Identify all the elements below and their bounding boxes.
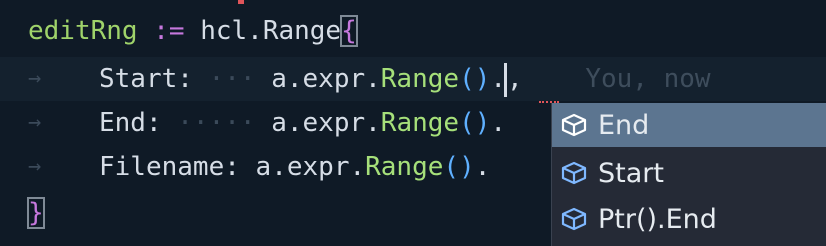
function-name: Range: [380, 64, 460, 94]
suggestion-item-ptr-end[interactable]: Ptr().End: [552, 197, 826, 241]
code-line-4[interactable]: Filename: a.expr.Range().: [99, 145, 490, 189]
code-line-1[interactable]: editRng := hcl.Range{: [28, 9, 358, 53]
dot: .: [474, 152, 491, 182]
assign-operator: :=: [153, 16, 185, 46]
suggestion-label: Start: [598, 157, 664, 189]
suggestion-label: End: [598, 109, 650, 141]
function-name: Range: [380, 108, 460, 138]
suggestion-label: Ptr().End: [598, 203, 717, 235]
error-marker: [238, 0, 244, 4]
type-name: hcl.Range: [200, 16, 342, 46]
function-name: Range: [365, 152, 444, 182]
variable-identifier: editRng: [28, 16, 138, 46]
suggestion-item-start[interactable]: Start: [552, 151, 826, 195]
field-cube-icon: [559, 110, 589, 140]
open-paren: (: [443, 152, 460, 182]
field-cube-icon: [559, 158, 589, 188]
code-line-3[interactable]: End: ····· a.expr.Range().: [99, 101, 506, 145]
field-name: Filename:: [99, 152, 240, 182]
open-paren: (: [459, 64, 475, 94]
close-paren: ): [459, 152, 475, 182]
autocomplete-popup[interactable]: End Start Ptr().End: [551, 103, 826, 246]
receiver-expr: a.expr.: [271, 108, 381, 138]
field-name: End:: [99, 108, 162, 138]
receiver-expr: a.expr.: [271, 64, 381, 94]
git-blame-annotation: You, now: [585, 64, 711, 94]
code-editor[interactable]: editRng := hcl.Range{ → → → Start: ··· a…: [0, 0, 826, 246]
indent-arrow-icon: →: [28, 154, 42, 179]
field-cube-icon: [559, 204, 589, 234]
code-line-2[interactable]: Start: ··· a.expr.Range()., You, now: [99, 57, 711, 101]
open-paren: (: [459, 108, 475, 138]
open-brace: {: [340, 15, 358, 47]
receiver-expr: a.expr.: [255, 152, 366, 182]
comma: ,: [507, 64, 523, 94]
whitespace-dots: ···: [208, 64, 256, 94]
close-paren: ): [474, 108, 491, 138]
suggestion-item-end[interactable]: End: [552, 103, 826, 147]
indent-arrow-icon: →: [28, 66, 42, 91]
close-brace: }: [27, 197, 45, 229]
code-line-5[interactable]: }: [27, 191, 45, 235]
indent-arrow-icon: →: [28, 110, 42, 135]
dot: .: [490, 108, 507, 138]
close-paren: ): [474, 64, 491, 94]
whitespace-dots: ·····: [177, 108, 256, 138]
field-name: Start:: [99, 64, 193, 94]
error-squiggle: [539, 95, 559, 103]
